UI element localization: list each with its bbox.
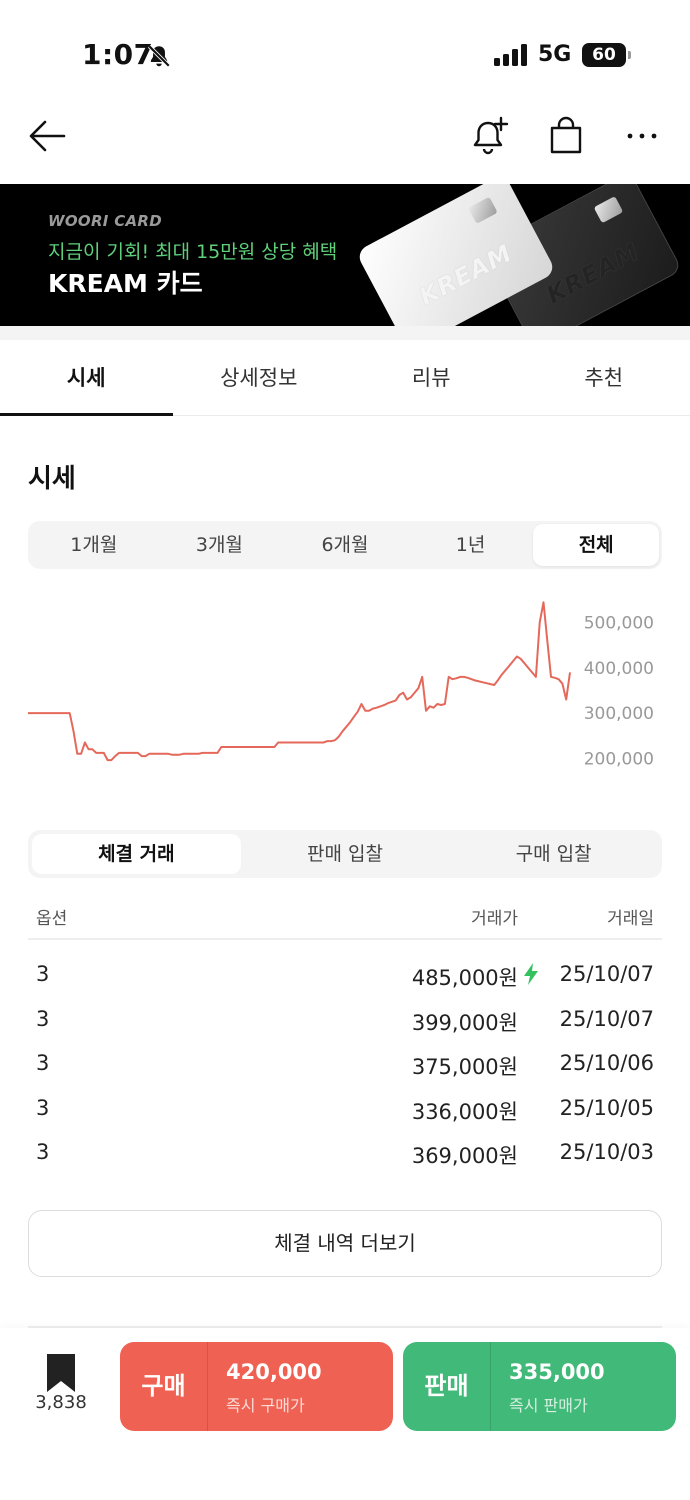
table-row: 3 369,000원 25/10/03 — [28, 1130, 662, 1175]
top-navigation — [0, 100, 690, 184]
sell-subtitle: 즉시 판매가 — [509, 1396, 588, 1415]
tab-reviews[interactable]: 리뷰 — [345, 340, 518, 415]
period-6-months[interactable]: 6개월 — [282, 524, 408, 566]
trade-table: 옵션 거래가 거래일 3 485,000원 25/10/07 3 399,000… — [28, 896, 662, 1175]
banner-promo-text: 지금이 기회! 최대 15만원 상당 혜택 — [48, 241, 338, 263]
period-1-year[interactable]: 1년 — [408, 524, 534, 566]
bell-off-icon — [147, 44, 171, 68]
bookmark-button[interactable]: 3,838 — [28, 1354, 94, 1418]
y-tick-label: 500,000 — [584, 614, 654, 634]
row-date: 25/10/07 — [559, 962, 654, 986]
row-price: 369,000원 — [411, 1144, 518, 1168]
table-header: 옵션 거래가 거래일 — [28, 896, 662, 940]
row-price: 485,000원 — [411, 966, 518, 990]
bookmark-icon — [47, 1354, 75, 1392]
section-gap — [0, 326, 690, 340]
battery-icon: 60 — [582, 43, 631, 67]
row-option: 3 — [36, 962, 50, 986]
tab-recommend[interactable]: 추천 — [518, 340, 690, 415]
sell-price: 335,000 — [509, 1360, 605, 1384]
banner-title: KREAM 카드 — [48, 269, 203, 298]
instant-trade-icon — [524, 963, 538, 985]
period-all[interactable]: 전체 — [533, 524, 659, 566]
bottom-action-bar: 3,838 구매 420,000 즉시 구매가 판매 335,000 즉시 판매… — [0, 1328, 690, 1500]
signal-icon — [494, 44, 527, 66]
y-tick-label: 200,000 — [584, 749, 654, 769]
notification-add-icon[interactable] — [468, 114, 512, 158]
more-options-icon[interactable] — [620, 114, 664, 158]
buy-button[interactable]: 구매 420,000 즉시 구매가 — [120, 1342, 393, 1431]
row-option: 3 — [36, 1095, 50, 1120]
row-date: 25/10/03 — [559, 1140, 654, 1164]
table-row: 3 336,000원 25/10/05 — [28, 1086, 662, 1131]
y-tick-label: 300,000 — [584, 704, 654, 724]
row-option: 3 — [36, 1140, 50, 1164]
buy-label: 구매 — [120, 1342, 208, 1431]
tab-price[interactable]: 시세 — [0, 340, 173, 416]
chart-series-line — [28, 601, 571, 762]
section-title: 시세 — [28, 464, 76, 494]
row-option: 3 — [36, 1006, 50, 1031]
card-logo: KREAM — [414, 238, 517, 312]
card-chip-icon — [468, 196, 498, 224]
tab-details[interactable]: 상세정보 — [173, 340, 346, 415]
y-tick-label: 400,000 — [584, 659, 654, 679]
status-bar: 1:07 5G 60 — [0, 0, 690, 100]
table-row: 3 375,000원 25/10/06 — [28, 1041, 662, 1086]
buy-price: 420,000 — [226, 1360, 322, 1384]
period-3-months[interactable]: 3개월 — [157, 524, 283, 566]
period-selector: 1개월 3개월 6개월 1년 전체 — [28, 521, 662, 569]
sell-button[interactable]: 판매 335,000 즉시 판매가 — [403, 1342, 676, 1431]
sell-label: 판매 — [403, 1342, 491, 1431]
header-option: 옵션 — [36, 909, 68, 929]
promo-banner[interactable]: WOORI CARD 지금이 기회! 최대 15만원 상당 혜택 KREAM 카… — [0, 184, 690, 326]
row-price: 375,000원 — [411, 1055, 518, 1079]
trade-history-tabs: 체결 거래 판매 입찰 구매 입찰 — [28, 830, 662, 878]
table-row: 3 485,000원 25/10/07 — [28, 952, 662, 997]
tab-completed-trades[interactable]: 체결 거래 — [32, 834, 241, 874]
row-date: 25/10/05 — [559, 1095, 654, 1120]
table-row: 3 399,000원 25/10/07 — [28, 997, 662, 1042]
banner-brand: WOORI CARD — [48, 212, 163, 230]
row-price: 399,000원 — [411, 1010, 518, 1035]
buy-subtitle: 즉시 구매가 — [226, 1396, 305, 1415]
header-price: 거래가 — [471, 909, 518, 929]
more-trades-button[interactable]: 체결 내역 더보기 — [28, 1210, 662, 1277]
tab-sell-bids[interactable]: 판매 입찰 — [241, 834, 450, 874]
card-logo: KREAM — [541, 237, 645, 310]
shopping-bag-icon[interactable] — [544, 114, 588, 158]
product-tabs: 시세 상세정보 리뷰 추천 — [0, 340, 690, 416]
card-chip-icon — [593, 196, 624, 224]
price-chart[interactable]: 500,000 400,000 300,000 200,000 — [0, 590, 690, 800]
row-price: 336,000원 — [411, 1099, 518, 1124]
row-date: 25/10/07 — [559, 1006, 654, 1031]
back-arrow-icon[interactable] — [24, 114, 68, 158]
row-option: 3 — [36, 1051, 50, 1075]
status-time: 1:07 — [82, 38, 154, 71]
period-1-month[interactable]: 1개월 — [31, 524, 157, 566]
network-type: 5G — [538, 42, 572, 67]
bookmark-count: 3,838 — [35, 1392, 87, 1413]
header-date: 거래일 — [607, 909, 654, 929]
chart-y-axis: 500,000 400,000 300,000 200,000 — [584, 614, 654, 770]
row-date: 25/10/06 — [559, 1051, 654, 1075]
tab-buy-bids[interactable]: 구매 입찰 — [449, 834, 658, 874]
